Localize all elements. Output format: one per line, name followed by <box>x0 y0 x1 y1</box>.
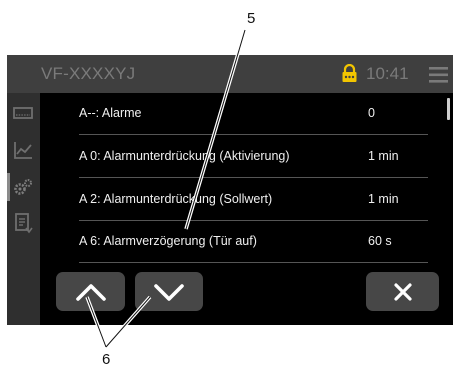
hamburger-menu-icon[interactable] <box>429 67 448 83</box>
list-item[interactable]: A 6: Alarmverzögerung (Tür auf) 60 s <box>79 221 428 263</box>
scroll-down-button[interactable] <box>135 272 203 311</box>
document-icon <box>15 213 33 234</box>
device-title: VF-XXXXYJ <box>41 64 136 83</box>
callout-6: 6 <box>102 351 111 368</box>
chevron-down-icon <box>154 283 184 301</box>
clock: 10:41 <box>366 64 409 83</box>
list-item[interactable]: A 2: Alarmunterdrückung (Sollwert) 1 min <box>79 179 428 221</box>
setting-label: A--: Alarme <box>79 106 142 120</box>
setting-label: A 0: Alarmunterdrückung (Aktivierung) <box>79 149 290 163</box>
top-bar: VF-XXXXYJ 10:41 <box>7 55 453 93</box>
setting-label: A 2: Alarmunterdrückung (Sollwert) <box>79 192 273 206</box>
sidebar-item-display[interactable] <box>12 102 34 124</box>
list-item[interactable]: A--: Alarme 0 <box>79 93 428 135</box>
callout-5: 5 <box>247 10 256 27</box>
sidebar-item-chart[interactable] <box>12 139 34 161</box>
setting-value: 1 min <box>368 192 399 206</box>
setting-value: 0 <box>368 106 375 120</box>
gears-icon <box>14 179 32 195</box>
close-icon <box>393 282 412 301</box>
setting-value: 1 min <box>368 149 399 163</box>
sidebar-item-settings[interactable] <box>7 173 34 201</box>
close-button[interactable] <box>366 272 439 311</box>
lock-icon <box>342 64 357 82</box>
setting-value: 60 s <box>368 234 392 248</box>
sidebar <box>7 93 40 325</box>
list-item[interactable]: A 0: Alarmunterdrückung (Aktivierung) 1 … <box>79 136 428 178</box>
display-icon <box>13 107 33 119</box>
chevron-up-icon <box>75 283 106 301</box>
scroll-up-button[interactable] <box>56 272 125 311</box>
scrollbar[interactable] <box>447 98 450 120</box>
sidebar-item-document[interactable] <box>12 212 34 234</box>
divider <box>79 134 428 135</box>
chart-icon <box>14 142 32 159</box>
setting-label: A 6: Alarmverzögerung (Tür auf) <box>79 234 257 248</box>
divider <box>79 262 428 263</box>
divider <box>79 177 428 178</box>
